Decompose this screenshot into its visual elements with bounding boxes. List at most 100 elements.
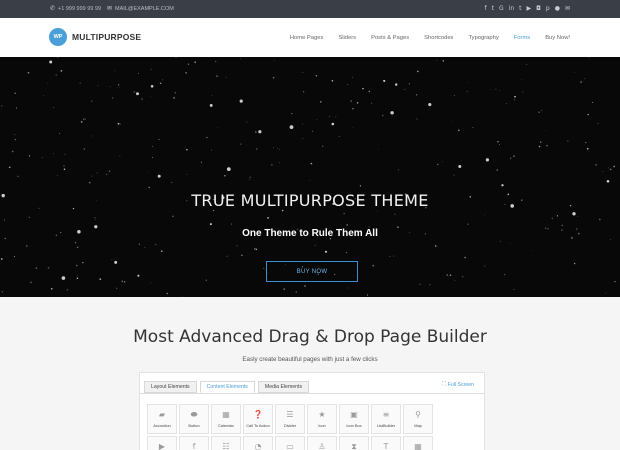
element-map[interactable]: ⚲ Map [403, 404, 433, 434]
element-grid-item[interactable]: ▦ [403, 436, 433, 450]
star-dot [57, 175, 58, 177]
star-dot [211, 149, 212, 151]
star-dot [80, 121, 83, 123]
full-screen-button[interactable]: ⛶ Full Screen [442, 381, 474, 388]
nav-home-pages[interactable]: Home Pages [290, 35, 324, 41]
element-listbuilder[interactable]: ≡ ListBuilder [371, 404, 401, 434]
star-dot [213, 210, 215, 212]
tumblr-icon[interactable]: t [519, 6, 521, 12]
tab-content-elements[interactable]: Content Elements [199, 381, 255, 393]
pinterest-icon[interactable]: p [546, 6, 550, 12]
star-dot [230, 223, 233, 225]
star-dot [57, 57, 59, 58]
star-dot [324, 250, 328, 253]
element-tabs[interactable]: ▭ [275, 436, 305, 450]
star-dot [595, 164, 598, 166]
youtube-icon[interactable]: ▶ [527, 6, 532, 12]
star-dot [521, 79, 522, 80]
star-dot [370, 102, 373, 104]
buy-now-button[interactable]: BUY NOW [266, 261, 358, 282]
star-dot [453, 174, 455, 176]
logo-mark: WP [49, 28, 67, 46]
element-grid: ▰ Accordion ⬬ Button ▦ Calendar ❓ Call To Ac… [147, 404, 433, 450]
element-icon-box[interactable]: ▣ Icon Box [339, 404, 369, 434]
nav-buy-now[interactable]: Buy Now! [545, 35, 570, 41]
star-dot [106, 173, 108, 175]
envelope-icon[interactable]: ✉ [565, 6, 570, 12]
element-icon[interactable]: ★ Icon [307, 404, 337, 434]
calendar-icon: ▦ [222, 410, 230, 419]
star-dot [215, 60, 217, 62]
site-logo[interactable]: WP MULTIPURPOSE [49, 26, 141, 48]
star-dot [82, 118, 85, 120]
star-dot [331, 122, 335, 126]
phone-contact[interactable]: ✆ +1 999 999 99 99 [50, 6, 101, 12]
rows-icon: ☷ [222, 442, 230, 450]
star-dot [172, 215, 174, 218]
element-text[interactable]: T [371, 436, 401, 450]
star-dot [49, 60, 53, 64]
envelope-icon: ✉ [107, 6, 113, 12]
star-dot [48, 267, 50, 269]
element-button[interactable]: ⬬ Button [179, 404, 209, 434]
google-icon[interactable]: G [499, 6, 504, 12]
star-dot [217, 126, 218, 128]
element-video[interactable]: ▶ [147, 436, 177, 450]
star-dot [226, 167, 231, 171]
element-facebook[interactable]: f [179, 436, 209, 450]
facebook-icon[interactable]: f [485, 6, 487, 12]
star-dot [279, 161, 280, 163]
element-divider[interactable]: ☰ Divider [275, 404, 305, 434]
nav-shortcodes[interactable]: Shortcodes [424, 35, 453, 41]
element-call-to-action[interactable]: ❓ Call To Action [243, 404, 273, 434]
star-dot [61, 276, 66, 280]
star-dot [352, 77, 353, 78]
star-dot [331, 80, 334, 82]
star-dot [356, 102, 359, 104]
star-dot [186, 173, 187, 175]
star-dot [609, 239, 611, 240]
divider-icon: ☰ [286, 410, 294, 419]
twitter-icon[interactable]: t [492, 6, 494, 12]
star-dot [42, 157, 43, 158]
grid-icon: ▦ [414, 442, 422, 450]
linkedin-icon[interactable]: in [509, 6, 514, 12]
nav-sliders[interactable]: Sliders [338, 35, 356, 41]
star-dot [246, 121, 248, 123]
star-dot [46, 82, 48, 84]
star-dot [509, 157, 512, 159]
email-text: MAIL@EXAMPLE.COM [115, 6, 174, 12]
star-dot [273, 59, 275, 61]
star-dot [419, 283, 421, 285]
tab-media-elements[interactable]: Media Elements [257, 381, 310, 393]
star-dot [240, 143, 242, 145]
star-dot [211, 94, 213, 96]
star-dot [88, 181, 91, 184]
star-dot [90, 100, 93, 102]
element-rss[interactable]: ◔ [243, 436, 273, 450]
star-dot [258, 130, 262, 134]
nav-typography[interactable]: Typography [468, 35, 498, 41]
map-marker-icon: ⚲ [415, 410, 421, 419]
element-user[interactable]: ♙ [307, 436, 337, 450]
element-calendar[interactable]: ▦ Calendar [211, 404, 241, 434]
star-dot [485, 158, 490, 162]
hourglass-icon: ⧗ [351, 442, 357, 450]
star-dot [271, 164, 273, 166]
star-dot [158, 138, 160, 141]
tab-layout-elements[interactable]: Layout Elements [144, 381, 197, 393]
instagram-icon[interactable]: ◘ [536, 6, 541, 12]
email-contact[interactable]: ✉ MAIL@EXAMPLE.COM [107, 6, 174, 12]
nav-forms[interactable]: Forms [514, 35, 530, 41]
element-rows[interactable]: ☷ [211, 436, 241, 450]
star-dot [577, 216, 579, 217]
flickr-icon[interactable]: ● [555, 6, 560, 12]
element-accordion[interactable]: ▰ Accordion [147, 404, 177, 434]
element-countdown[interactable]: ⧗ [339, 436, 369, 450]
nav-posts-pages[interactable]: Posts & Pages [371, 35, 409, 41]
star-dot [225, 76, 227, 78]
star-dot [119, 123, 121, 125]
star-dot [584, 77, 586, 79]
star-dot [63, 168, 66, 170]
user-icon: ♙ [318, 442, 326, 450]
